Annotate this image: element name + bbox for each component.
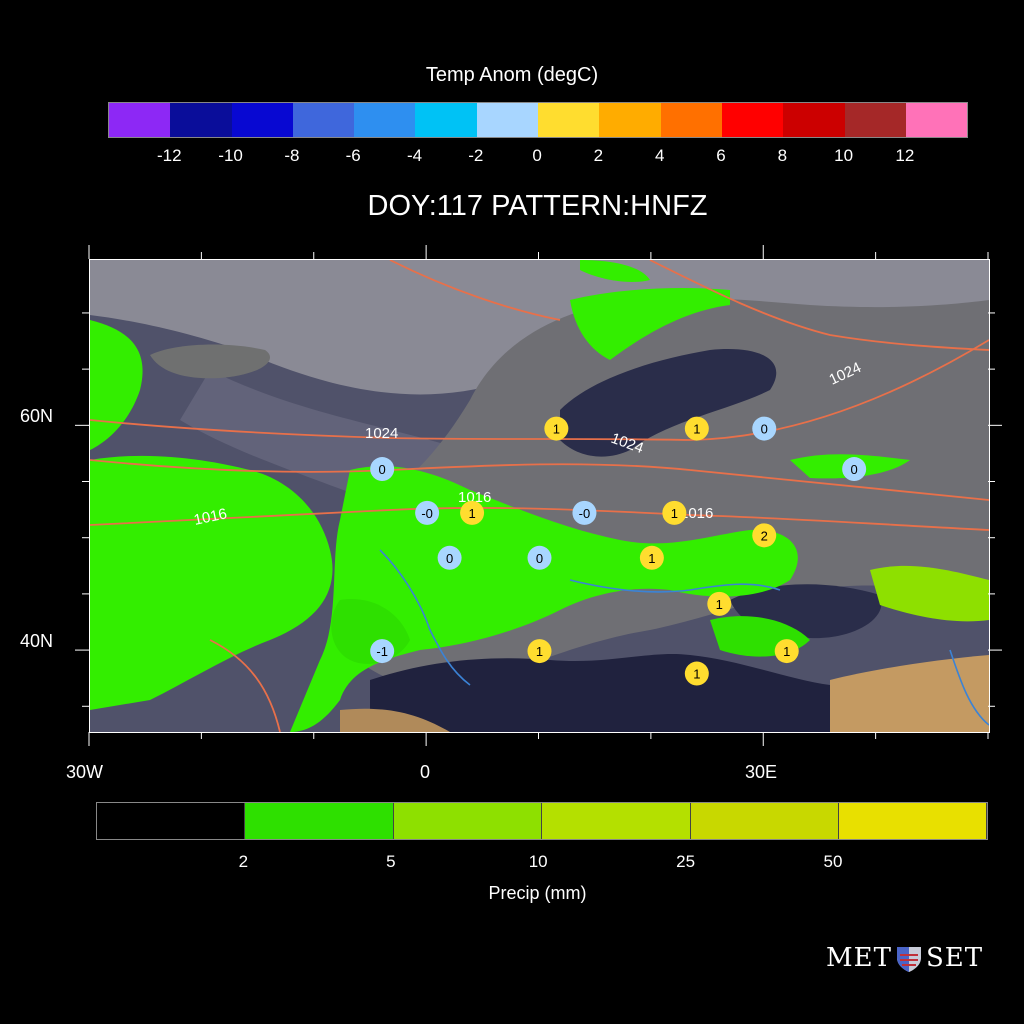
lon-label-30w: 30W xyxy=(66,762,104,782)
precip-colorbar-label: 50 xyxy=(823,852,843,871)
precip-colorbar-label: 2 xyxy=(238,852,249,871)
precip-colorbar-label: 25 xyxy=(676,852,696,871)
metset-logo: MET SET xyxy=(826,943,983,973)
logo-text-right: SET xyxy=(925,943,984,973)
axis-ticks xyxy=(75,245,1002,746)
precip-color-swatch xyxy=(245,803,394,839)
precip-colorbar-label: 10 xyxy=(528,852,548,871)
precip-colorbar xyxy=(96,802,989,840)
precip-color-swatch xyxy=(838,803,988,839)
shield-icon xyxy=(896,947,921,972)
precip-legend-title: Precip (mm) xyxy=(488,883,587,903)
precip-colorbar-label: 5 xyxy=(386,852,396,871)
lat-label-60n: 60N xyxy=(20,406,54,426)
precip-color-swatch xyxy=(542,803,691,839)
precip-color-swatch xyxy=(97,803,246,839)
lon-label-30e: 30E xyxy=(745,762,778,782)
lat-label-40n: 40N xyxy=(20,631,54,651)
logo-text-left: MET xyxy=(826,943,892,973)
precip-color-swatch xyxy=(393,803,543,839)
lon-label-0: 0 xyxy=(420,762,431,782)
precip-color-swatch xyxy=(690,803,839,839)
